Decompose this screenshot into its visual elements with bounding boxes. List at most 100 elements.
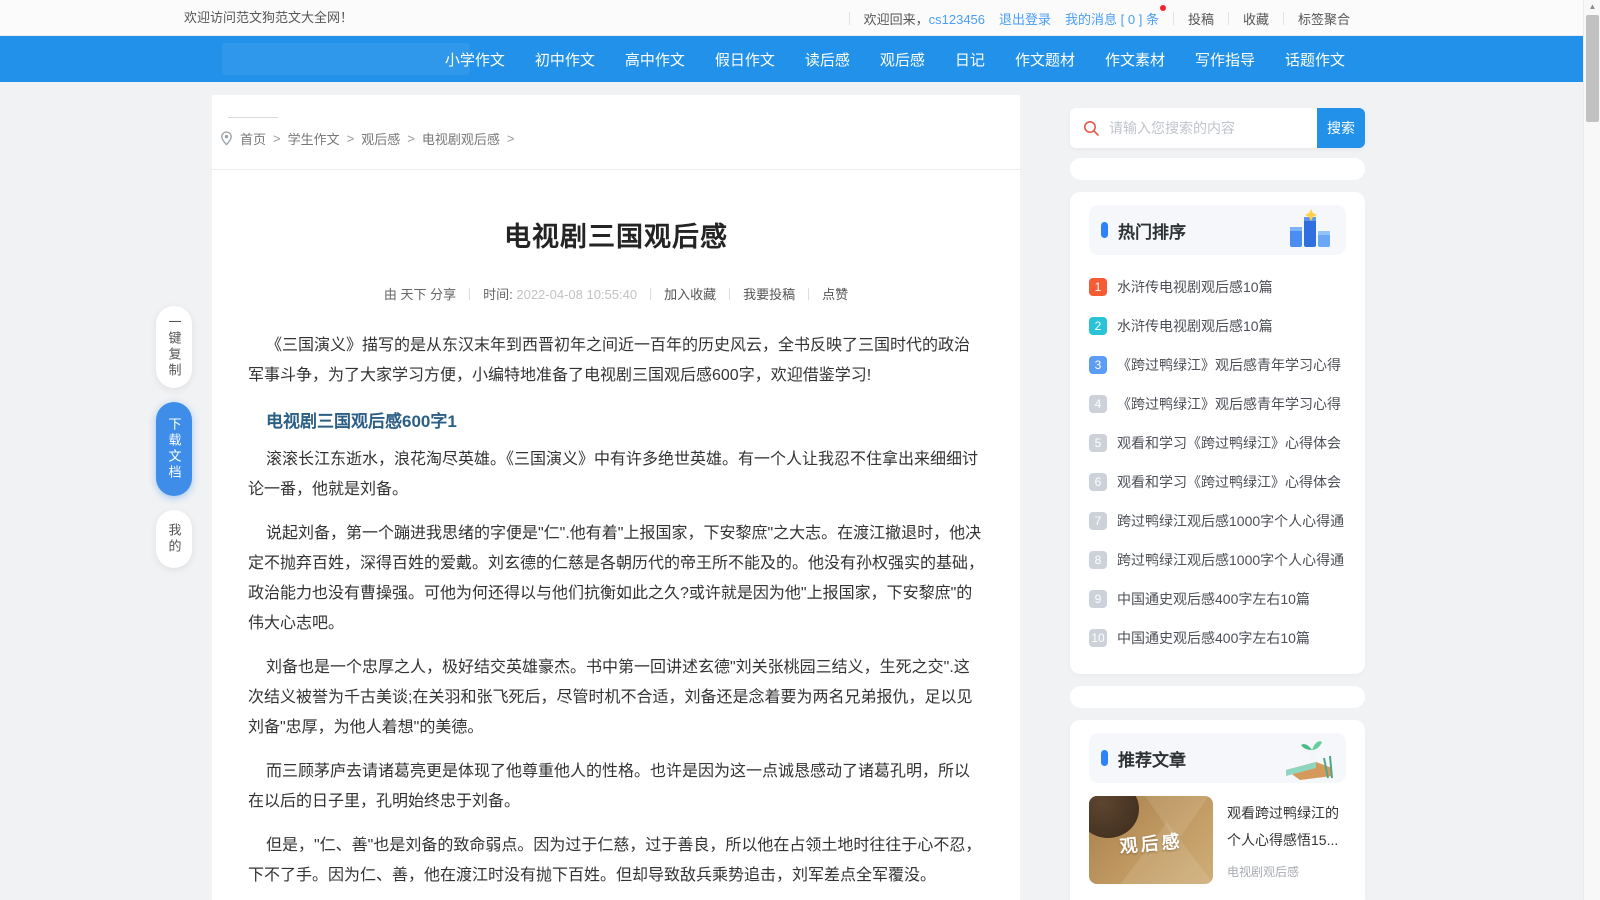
nav-item-high-school[interactable]: 高中作文 [625, 49, 685, 70]
divider [650, 288, 651, 300]
site-welcome-text: 欢迎访问范文狗范文大全网！ [184, 0, 353, 36]
recommend-header: 推荐文章 [1089, 733, 1346, 783]
bar-chart-icon [1284, 209, 1334, 251]
site-logo[interactable] [222, 43, 470, 75]
recommend-title: 推荐文章 [1118, 746, 1186, 771]
hot-item-9[interactable]: 9中国通史观后感400字左右10篇 [1089, 579, 1346, 618]
paragraph: 而三顾茅庐去请诸葛亮更是体现了他尊重他人的性格。也许是因为这一点诚恳感动了诸葛孔… [248, 757, 984, 817]
nav-item-primary-school[interactable]: 小学作文 [445, 49, 505, 70]
hot-ranking-header: 热门排序 [1089, 205, 1346, 255]
breadcrumb-separator: > [407, 131, 415, 146]
recommend-panel: 推荐文章 观后感 观看跨过鸭绿江的个人心得感悟15... 电视剧观后感 [1070, 720, 1365, 900]
decorative-line [228, 117, 278, 118]
nav-item-topic-essay[interactable]: 话题作文 [1285, 49, 1345, 70]
article-thumbnail: 观后感 [1089, 796, 1213, 884]
hot-item-10[interactable]: 10中国通史观后感400字左右10篇 [1089, 618, 1346, 657]
plant-desk-icon [1282, 736, 1334, 780]
topbar-menu: 欢迎回来，cs123456 退出登录 我的消息 [ 0 ] 条 投稿 收藏 标签… [849, 0, 1350, 36]
nav-item-junior-school[interactable]: 初中作文 [535, 49, 595, 70]
main-nav: 小学作文 初中作文 高中作文 假日作文 读后感 观后感 日记 作文题材 作文素材… [0, 36, 1583, 82]
hot-ranking-panel: 热门排序 1水浒传电视剧观后感10篇 2水浒传电视剧观后感10篇 3《跨过鸭绿江… [1070, 192, 1365, 674]
breadcrumb-tv-review[interactable]: 电视剧观后感 [422, 129, 500, 148]
search-icon [1083, 120, 1100, 137]
hot-ranking-title: 热门排序 [1118, 218, 1186, 243]
nav-item-diary[interactable]: 日记 [955, 49, 985, 70]
breadcrumb-viewing-review[interactable]: 观后感 [361, 129, 400, 148]
divider [1173, 12, 1174, 25]
hot-item-6[interactable]: 6观看和学习《跨过鸭绿江》心得体会 [1089, 462, 1346, 501]
paragraph: 说起刘备，第一个蹦进我思绪的字便是"仁".他有着"上报国家，下安黎庶"之大志。在… [248, 519, 984, 639]
recommended-article-category: 电视剧观后感 [1227, 863, 1346, 880]
paragraph: 《三国演义》描写的是从东汉末年到西晋初年之间近一百年的历史风云，全书反映了三国时… [248, 331, 984, 391]
article-body: 《三国演义》描写的是从东汉末年到西晋初年之间近一百年的历史风云，全书反映了三国时… [248, 331, 984, 891]
recommended-article[interactable]: 观后感 观看跨过鸭绿江的个人心得感悟15... 电视剧观后感 [1089, 796, 1346, 884]
shared-by-text: 由 天下 分享 [384, 284, 456, 303]
scrollbar-thumb[interactable] [1586, 15, 1599, 122]
location-pin-icon [220, 131, 233, 146]
bullet-icon [1101, 750, 1108, 766]
logout-link[interactable]: 退出登录 [999, 9, 1051, 28]
breadcrumb-separator: > [273, 131, 281, 146]
nav-item-reading-review[interactable]: 读后感 [805, 49, 850, 70]
download-document-button[interactable]: 下载文档 [156, 402, 192, 496]
hot-item-4[interactable]: 4《跨过鸭绿江》观后感青年学习心得 [1089, 384, 1346, 423]
page-title: 电视剧三国观后感 [248, 215, 984, 254]
divider [849, 12, 850, 25]
favorites-link[interactable]: 收藏 [1243, 9, 1269, 28]
rank-badge: 1 [1089, 278, 1107, 296]
nav-item-holiday[interactable]: 假日作文 [715, 49, 775, 70]
hot-item-7[interactable]: 7跨过鸭绿江观后感1000字个人心得通 [1089, 501, 1346, 540]
paragraph: 刘备也是一个忠厚之人，极好结交英雄豪杰。书中第一回讲述玄德"刘关张桃园三结义，生… [248, 653, 984, 743]
tag-aggregation-link[interactable]: 标签聚合 [1298, 9, 1350, 28]
browser-scrollbar: ▲ [1583, 0, 1600, 900]
rank-badge: 9 [1089, 590, 1107, 608]
search-input[interactable] [1100, 120, 1317, 136]
add-favorite-link[interactable]: 加入收藏 [664, 284, 716, 303]
username-link[interactable]: cs123456 [929, 12, 985, 27]
rank-badge: 8 [1089, 551, 1107, 569]
hot-ranking-list: 1水浒传电视剧观后感10篇 2水浒传电视剧观后感10篇 3《跨过鸭绿江》观后感青… [1089, 267, 1346, 657]
welcome-back-text: 欢迎回来，cs123456 [864, 9, 985, 28]
nav-item-essay-material[interactable]: 作文素材 [1105, 49, 1165, 70]
hot-item-5[interactable]: 5观看和学习《跨过鸭绿江》心得体会 [1089, 423, 1346, 462]
rank-badge: 3 [1089, 356, 1107, 374]
hot-item-1[interactable]: 1水浒传电视剧观后感10篇 [1089, 267, 1346, 306]
rank-badge: 5 [1089, 434, 1107, 452]
messages-link[interactable]: 我的消息 [ 0 ] 条 [1065, 9, 1159, 28]
breadcrumb-student-essay[interactable]: 学生作文 [288, 129, 340, 148]
divider [1283, 12, 1284, 25]
nav-item-viewing-review[interactable]: 观后感 [880, 49, 925, 70]
nav-links: 小学作文 初中作文 高中作文 假日作文 读后感 观后感 日记 作文题材 作文素材… [445, 36, 1345, 82]
breadcrumb: 首页 > 学生作文 > 观后感 > 电视剧观后感 > [220, 129, 514, 148]
article-card: 首页 > 学生作文 > 观后感 > 电视剧观后感 > 电视剧三国观后感 由 天下… [212, 95, 1020, 900]
paragraph: 滚滚长江东逝水，浪花淘尽英雄。《三国演义》中有许多绝世英雄。有一个人让我忍不住拿… [248, 445, 984, 505]
search-button[interactable]: 搜索 [1317, 108, 1365, 148]
topbar: 欢迎访问范文狗范文大全网！ 欢迎回来，cs123456 退出登录 我的消息 [ … [0, 0, 1583, 36]
hot-item-2[interactable]: 2水浒传电视剧观后感10篇 [1089, 306, 1346, 345]
like-link[interactable]: 点赞 [822, 284, 848, 303]
publish-time: 时间: 2022-04-08 10:55:40 [483, 284, 637, 303]
hot-item-8[interactable]: 8跨过鸭绿江观后感1000字个人心得通 [1089, 540, 1346, 579]
contribute-link[interactable]: 投稿 [1188, 9, 1214, 28]
breadcrumb-home[interactable]: 首页 [240, 129, 266, 148]
breadcrumb-separator: > [507, 131, 515, 146]
recommended-article-title: 观看跨过鸭绿江的个人心得感悟15... [1227, 800, 1346, 854]
one-click-copy-button[interactable]: 一键复制 [156, 306, 192, 388]
divider [469, 288, 470, 300]
article-meta: 由 天下 分享 时间: 2022-04-08 10:55:40 加入收藏 我要投… [248, 284, 984, 303]
hot-item-3[interactable]: 3《跨过鸭绿江》观后感青年学习心得 [1089, 345, 1346, 384]
divider [808, 288, 809, 300]
breadcrumb-separator: > [347, 131, 355, 146]
divider [1228, 12, 1229, 25]
my-account-button[interactable]: 我的 [156, 510, 192, 568]
contribute-article-link[interactable]: 我要投稿 [743, 284, 795, 303]
nav-item-writing-guide[interactable]: 写作指导 [1195, 49, 1255, 70]
nav-item-topic-material[interactable]: 作文题材 [1015, 49, 1075, 70]
bullet-icon [1101, 222, 1108, 238]
divider [729, 288, 730, 300]
section-heading: 电视剧三国观后感600字1 [266, 407, 984, 437]
scroll-up-arrow-icon[interactable]: ▲ [1584, 2, 1600, 11]
rank-badge: 2 [1089, 317, 1107, 335]
rank-badge: 10 [1089, 629, 1107, 647]
rank-badge: 4 [1089, 395, 1107, 413]
